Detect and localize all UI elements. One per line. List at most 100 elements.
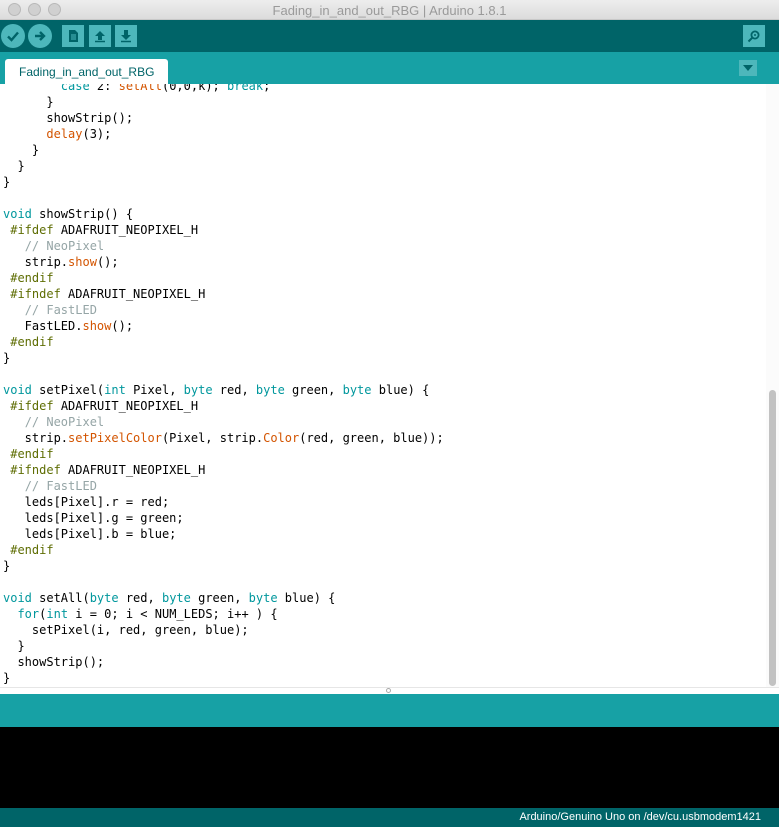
code-token: showStrip(); xyxy=(3,655,105,669)
code-token: ADAFRUIT_NEOPIXEL_H xyxy=(60,463,206,477)
code-line[interactable]: strip.setPixelColor(Pixel, strip.Color(r… xyxy=(3,430,444,446)
code-line[interactable]: #endif xyxy=(3,446,444,462)
code-token: (0,0,k); xyxy=(161,84,227,93)
code-line[interactable]: // FastLED xyxy=(3,478,444,494)
code-token: void xyxy=(3,207,32,221)
code-token: } xyxy=(3,351,11,365)
verify-button[interactable] xyxy=(1,24,25,48)
code-text[interactable]: case 2: setAll(0,0,k); break; } showStri… xyxy=(3,84,444,686)
code-token: // NeoPixel xyxy=(24,415,105,429)
code-line[interactable]: } xyxy=(3,142,444,158)
code-token: #endif xyxy=(10,543,54,557)
code-token: blue) { xyxy=(277,591,336,605)
code-line[interactable]: // NeoPixel xyxy=(3,414,444,430)
code-token: showStrip() { xyxy=(31,207,134,221)
code-line[interactable]: } xyxy=(3,174,444,190)
code-token: byte xyxy=(255,383,285,397)
code-line[interactable]: leds[Pixel].r = red; xyxy=(3,494,444,510)
save-button[interactable] xyxy=(115,25,137,47)
magnifier-icon xyxy=(747,30,760,43)
drag-handle-icon[interactable] xyxy=(386,688,391,693)
new-button[interactable] xyxy=(62,25,84,47)
tab-bar: Fading_in_and_out_RBG xyxy=(0,52,779,84)
code-line[interactable] xyxy=(3,190,444,206)
tab-menu-button[interactable] xyxy=(739,60,757,76)
code-token: } xyxy=(3,95,54,109)
code-token: strip. xyxy=(3,255,69,269)
code-line[interactable]: // NeoPixel xyxy=(3,238,444,254)
code-line[interactable]: } xyxy=(3,558,444,574)
code-line[interactable]: } xyxy=(3,350,444,366)
document-icon xyxy=(69,30,78,42)
code-line[interactable]: #endif xyxy=(3,542,444,558)
code-editor[interactable]: case 2: setAll(0,0,k); break; } showStri… xyxy=(0,84,779,687)
code-line[interactable]: } xyxy=(3,670,444,686)
triangle-down-icon xyxy=(743,65,753,71)
code-line[interactable]: } xyxy=(3,158,444,174)
code-token: byte xyxy=(161,591,191,605)
code-line[interactable]: #endif xyxy=(3,270,444,286)
code-token: byte xyxy=(342,383,372,397)
arrow-down-icon xyxy=(121,30,131,43)
code-line[interactable]: #ifdef ADAFRUIT_NEOPIXEL_H xyxy=(3,222,444,238)
code-line[interactable]: for(int i = 0; i < NUM_LEDS; i++ ) { xyxy=(3,606,444,622)
code-line[interactable] xyxy=(3,574,444,590)
code-line[interactable]: #ifndef ADAFRUIT_NEOPIXEL_H xyxy=(3,286,444,302)
code-line[interactable]: leds[Pixel].g = green; xyxy=(3,510,444,526)
code-line[interactable]: #ifdef ADAFRUIT_NEOPIXEL_H xyxy=(3,398,444,414)
window-title: Fading_in_and_out_RBG | Arduino 1.8.1 xyxy=(272,3,507,18)
code-line[interactable]: showStrip(); xyxy=(3,654,444,670)
code-token: setPixel(i, red, green, blue); xyxy=(3,623,249,637)
code-token: byte xyxy=(248,591,278,605)
serial-monitor-button[interactable] xyxy=(743,25,765,47)
code-token: leds[Pixel].r = red; xyxy=(3,495,170,509)
code-token: #ifdef xyxy=(10,223,54,237)
code-token: Color xyxy=(263,431,300,445)
tab-fading-in-and-out-rbg[interactable]: Fading_in_and_out_RBG xyxy=(5,59,169,84)
code-token: break xyxy=(227,84,264,93)
code-line[interactable] xyxy=(3,366,444,382)
code-line[interactable]: } xyxy=(3,94,444,110)
code-line[interactable]: leds[Pixel].b = blue; xyxy=(3,526,444,542)
code-token: (); xyxy=(96,255,119,269)
code-token: #ifndef xyxy=(10,463,61,477)
code-line[interactable]: // FastLED xyxy=(3,302,444,318)
code-line[interactable]: FastLED.show(); xyxy=(3,318,444,334)
code-token: } xyxy=(3,671,11,685)
code-line[interactable]: #endif xyxy=(3,334,444,350)
code-line[interactable]: #ifndef ADAFRUIT_NEOPIXEL_H xyxy=(3,462,444,478)
console-output[interactable] xyxy=(0,727,779,808)
code-line[interactable]: void showStrip() { xyxy=(3,206,444,222)
code-token: int xyxy=(104,383,126,397)
code-token: show xyxy=(68,255,97,269)
code-line[interactable]: } xyxy=(3,638,444,654)
code-line[interactable]: void setPixel(int Pixel, byte red, byte … xyxy=(3,382,444,398)
code-line[interactable]: showStrip(); xyxy=(3,110,444,126)
code-token: } xyxy=(3,175,11,189)
code-token: show xyxy=(82,319,112,333)
code-token: blue) { xyxy=(371,383,430,397)
editor-scrollbar-thumb[interactable] xyxy=(769,390,776,686)
upload-button[interactable] xyxy=(28,24,52,48)
check-icon xyxy=(7,31,19,42)
code-token: #endif xyxy=(10,335,54,349)
code-line[interactable]: strip.show(); xyxy=(3,254,444,270)
open-button[interactable] xyxy=(89,25,111,47)
code-token: // FastLED xyxy=(24,479,97,493)
code-line[interactable]: case 2: setAll(0,0,k); break; xyxy=(3,84,444,94)
code-token: Pixel, xyxy=(125,383,184,397)
code-line[interactable]: setPixel(i, red, green, blue); xyxy=(3,622,444,638)
code-line[interactable]: delay(3); xyxy=(3,126,444,142)
arrow-up-icon xyxy=(95,31,105,43)
code-line[interactable]: void setAll(byte red, byte green, byte b… xyxy=(3,590,444,606)
code-token: } xyxy=(3,143,40,157)
code-token: #endif xyxy=(10,271,54,285)
code-token: leds[Pixel].b = blue; xyxy=(3,527,177,541)
title-bar: Fading_in_and_out_RBG | Arduino 1.8.1 xyxy=(0,0,779,20)
